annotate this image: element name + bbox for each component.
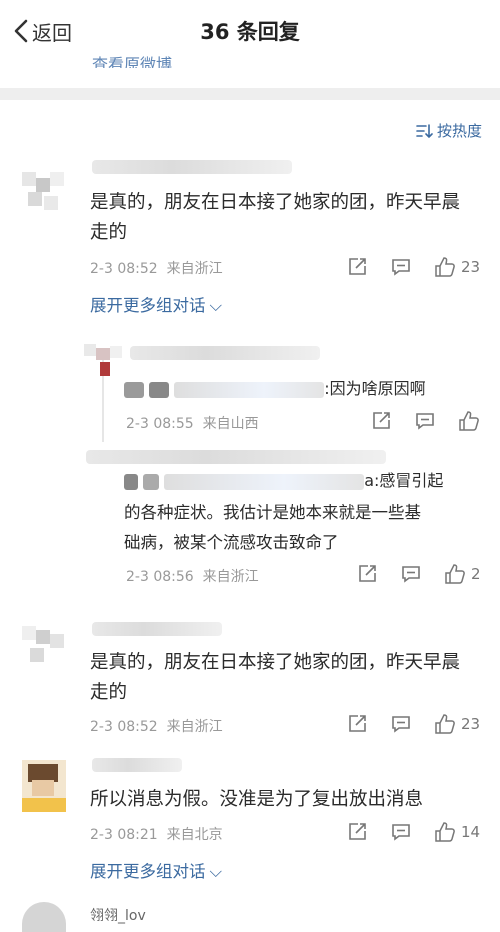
like-button[interactable]: 2 (444, 563, 481, 585)
like-count: 23 (461, 258, 481, 276)
comment-line: 走的 (90, 222, 128, 243)
username-redacted[interactable] (130, 346, 320, 360)
username[interactable]: 翎翎_lov (90, 905, 146, 925)
view-original-link[interactable]: 查看原微博 (92, 50, 172, 68)
like-count: 2 (471, 565, 481, 583)
comment-line: 是真的，朋友在日本接了她家的团，昨天早晨 (90, 192, 461, 213)
like-button[interactable] (458, 410, 480, 432)
location: 来自浙江 (202, 569, 259, 585)
reply-text-content: :因为啥原因啊 (324, 379, 426, 398)
page-title: 36 条回复 (200, 20, 300, 44)
comment-button[interactable] (400, 563, 422, 585)
thumbs-up-icon (435, 822, 455, 842)
timestamp: 2-3 08:56 (126, 569, 194, 585)
location: 来自浙江 (166, 719, 223, 735)
thumbs-up-icon (435, 257, 455, 277)
reply-line: 础病，被某个流感攻击致命了 (124, 533, 339, 552)
comment-line: 走的 (90, 682, 128, 703)
comment-icon (392, 259, 410, 276)
sort-icon (416, 123, 433, 138)
comment-icon (392, 824, 410, 841)
timestamp: 2-3 08:52 (90, 719, 158, 735)
comment-line: 是真的，朋友在日本接了她家的团，昨天早晨 (90, 652, 461, 673)
username-redacted[interactable] (92, 622, 222, 636)
comment-button[interactable] (390, 713, 412, 735)
mention-redacted (124, 473, 138, 490)
thumbs-up-icon (435, 714, 455, 734)
comment-meta: 2-3 08:52 来自浙江 (90, 716, 223, 736)
expand-label: 展开更多组对话 (90, 296, 206, 315)
comment-icon (392, 716, 410, 733)
chevron-down-icon: ⌵ (209, 862, 223, 881)
reply-text: a:感冒引起 (124, 466, 443, 496)
share-icon (373, 412, 390, 429)
reply-line: 的各种症状。我估计是她本来就是一些基 (124, 503, 421, 522)
location: 来自北京 (166, 827, 223, 843)
avatar[interactable] (22, 172, 66, 216)
avatar[interactable] (84, 344, 124, 380)
like-button[interactable]: 23 (434, 256, 480, 278)
thumbs-up-icon (445, 564, 465, 584)
timestamp: 2-3 08:52 (90, 261, 158, 277)
reply-text: 的各种症状。我估计是她本来就是一些基 础病，被某个流感攻击致命了 (124, 498, 421, 558)
comment-text: 是真的，朋友在日本接了她家的团，昨天早晨 走的 (90, 188, 460, 248)
sort-by-hot-button[interactable]: 按热度 (415, 120, 482, 141)
mention-redacted (124, 381, 144, 398)
share-icon (359, 565, 376, 582)
share-button[interactable] (346, 713, 368, 735)
like-button[interactable]: 23 (434, 713, 480, 735)
avatar[interactable] (22, 760, 66, 812)
avatar[interactable] (22, 626, 66, 670)
comment-icon (416, 413, 434, 430)
comment-meta: 2-3 08:21 来自北京 (90, 824, 223, 844)
comment-button[interactable] (390, 821, 412, 843)
share-icon (349, 823, 366, 840)
like-button[interactable]: 14 (434, 821, 480, 843)
username-redacted[interactable] (86, 450, 386, 464)
mention-redacted (143, 473, 160, 490)
comment-button[interactable] (390, 256, 412, 278)
reply-meta: 2-3 08:56 来自浙江 (126, 566, 259, 586)
like-count: 23 (461, 715, 481, 733)
username-redacted[interactable] (92, 758, 182, 772)
location: 来自浙江 (166, 261, 223, 277)
comment-button[interactable] (414, 410, 436, 432)
username-redacted[interactable] (92, 160, 292, 174)
chevron-down-icon: ⌵ (209, 296, 223, 315)
share-icon (349, 715, 366, 732)
thumbs-up-icon (459, 411, 479, 431)
avatar[interactable] (22, 902, 66, 932)
share-button[interactable] (346, 256, 368, 278)
like-count: 14 (461, 823, 481, 841)
share-button[interactable] (346, 821, 368, 843)
mention-redacted (149, 381, 170, 398)
comment-text: 所以消息为假。没准是为了复出放出消息 (90, 789, 424, 810)
comment-meta: 2-3 08:52 来自浙江 (90, 258, 223, 278)
reply-meta: 2-3 08:55 来自山西 (126, 413, 259, 433)
share-button[interactable] (356, 563, 378, 585)
mention-redacted (174, 381, 325, 398)
sort-label: 按热度 (436, 122, 482, 140)
location: 来自山西 (202, 416, 259, 432)
expand-label: 展开更多组对话 (90, 862, 206, 881)
share-button[interactable] (370, 410, 392, 432)
comment-text: 是真的，朋友在日本接了她家的团，昨天早晨 走的 (90, 648, 460, 708)
top-bar: 返回 36 条回复 查看原微博 (0, 0, 500, 68)
timestamp: 2-3 08:21 (90, 827, 158, 843)
timestamp: 2-3 08:55 (126, 416, 194, 432)
reply-text: :因为啥原因啊 (124, 374, 426, 404)
section-divider (0, 88, 500, 100)
comment-icon (402, 566, 420, 583)
expand-conversation-link[interactable]: 展开更多组对话 ⌵ (90, 292, 222, 316)
mention-redacted (164, 473, 365, 490)
expand-conversation-link[interactable]: 展开更多组对话 ⌵ (90, 858, 222, 882)
share-icon (349, 258, 366, 275)
reply-text-content: a:感冒引起 (364, 471, 444, 490)
